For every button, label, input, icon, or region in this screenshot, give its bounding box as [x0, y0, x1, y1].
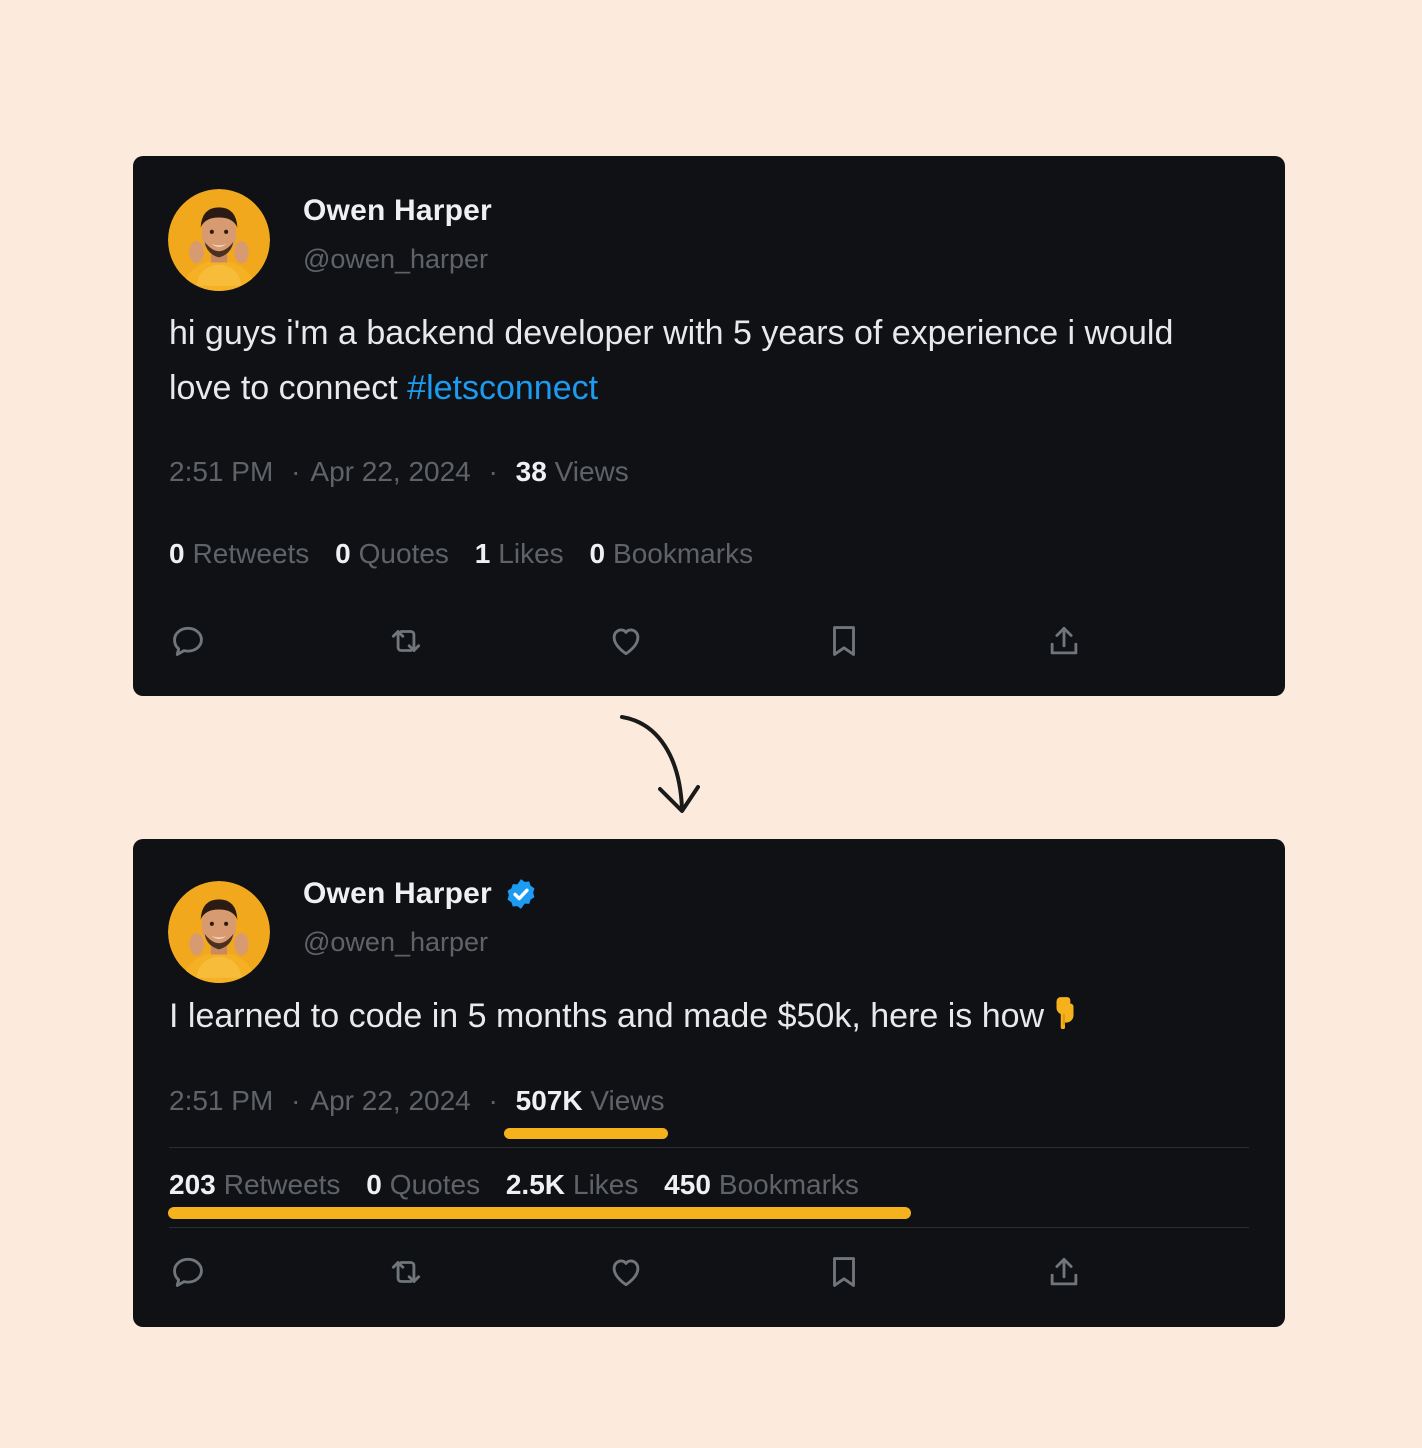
quotes-stat[interactable]: 0 Quotes [366, 1169, 480, 1200]
tweet-date[interactable]: Apr 22, 2024 [310, 1085, 470, 1116]
hashtag-link[interactable]: #letsconnect [407, 369, 598, 407]
retweets-count: 0 [169, 538, 185, 569]
meta-separator: · [488, 456, 498, 487]
tweet-card-after: Owen Harper @owen_harper I learned to co… [133, 839, 1285, 1327]
action-bar [169, 622, 1249, 662]
quotes-label: Quotes [389, 1169, 481, 1200]
verified-badge-icon [504, 877, 538, 911]
avatar[interactable] [168, 189, 270, 291]
divider [169, 1147, 1249, 1148]
author-name[interactable]: Owen Harper [303, 877, 492, 911]
tweet-time[interactable]: 2:51 PM [169, 456, 273, 487]
views-highlight-underline [504, 1128, 668, 1139]
tweet-body: hi guys i'm a backend developer with 5 y… [169, 314, 1174, 407]
reply-icon[interactable] [169, 1253, 207, 1291]
engagement-stats: 203 Retweets 0 Quotes 2.5K Likes 450 Bookmar… [169, 1169, 877, 1201]
tweet-meta: 2:51 PM · Apr 22, 2024 · 507K Views [169, 1085, 665, 1117]
meta-separator: · [488, 1085, 498, 1116]
likes-label: Likes [498, 538, 564, 569]
bookmarks-count: 0 [589, 538, 606, 569]
tweet-meta: 2:51 PM · Apr 22, 2024 · 38 Views [169, 456, 629, 488]
views-count: 507K [515, 1085, 583, 1116]
curved-arrow-down-icon [608, 705, 718, 825]
bookmarks-stat[interactable]: 0 Bookmarks [589, 538, 753, 569]
likes-count: 2.5K [505, 1169, 566, 1200]
retweets-stat[interactable]: 203 Retweets [169, 1169, 340, 1200]
meta-separator: · [291, 1085, 301, 1116]
divider [169, 1227, 1249, 1228]
author-handle[interactable]: @owen_harper [303, 927, 488, 958]
likes-label: Likes [573, 1169, 639, 1200]
bookmark-icon[interactable] [825, 1253, 863, 1291]
tweet-text: I learned to code in 5 months and made $… [169, 989, 1245, 1046]
retweets-stat[interactable]: 0 Retweets [169, 538, 309, 569]
share-icon[interactable] [1045, 1253, 1083, 1291]
quotes-count: 0 [335, 538, 351, 569]
avatar[interactable] [168, 881, 270, 983]
action-bar [169, 1253, 1249, 1293]
bookmarks-count: 450 [664, 1169, 711, 1200]
author-handle[interactable]: @owen_harper [303, 244, 488, 275]
tweet-time[interactable]: 2:51 PM [169, 1085, 273, 1116]
bookmark-icon[interactable] [825, 622, 863, 660]
quotes-label: Quotes [358, 538, 449, 569]
like-icon[interactable] [607, 1253, 645, 1291]
retweets-label: Retweets [192, 538, 310, 569]
tweet-card-before: Owen Harper @owen_harper hi guys i'm a b… [133, 156, 1285, 696]
pointing-down-emoji-icon [1052, 991, 1078, 1046]
views-label: Views [590, 1085, 665, 1116]
bookmarks-label: Bookmarks [718, 1169, 859, 1200]
author-name-row: Owen Harper [303, 194, 492, 228]
tweet-text: hi guys i'm a backend developer with 5 y… [169, 306, 1245, 416]
views-count: 38 [515, 456, 547, 487]
retweet-icon[interactable] [387, 622, 425, 660]
retweet-icon[interactable] [387, 1253, 425, 1291]
share-icon[interactable] [1045, 622, 1083, 660]
retweets-count: 203 [169, 1169, 216, 1200]
meta-separator: · [291, 456, 301, 487]
author-name[interactable]: Owen Harper [303, 194, 492, 228]
quotes-count: 0 [366, 1169, 382, 1200]
bookmarks-stat[interactable]: 450 Bookmarks [664, 1169, 859, 1200]
tweet-date[interactable]: Apr 22, 2024 [310, 456, 470, 487]
tweet-body: I learned to code in 5 months and made $… [169, 997, 1045, 1035]
likes-stat[interactable]: 1 Likes [475, 538, 564, 569]
bookmarks-label: Bookmarks [613, 538, 754, 569]
likes-stat[interactable]: 2.5K Likes [506, 1169, 639, 1200]
engagement-stats: 0 Retweets 0 Quotes 1 Likes 0 Bookmarks [169, 538, 771, 570]
reply-icon[interactable] [169, 622, 207, 660]
views-label: Views [554, 456, 629, 487]
stats-highlight-underline [168, 1207, 911, 1219]
quotes-stat[interactable]: 0 Quotes [335, 538, 449, 569]
author-name-row: Owen Harper [303, 877, 538, 911]
like-icon[interactable] [607, 622, 645, 660]
retweets-label: Retweets [223, 1169, 341, 1200]
likes-count: 1 [474, 538, 491, 569]
